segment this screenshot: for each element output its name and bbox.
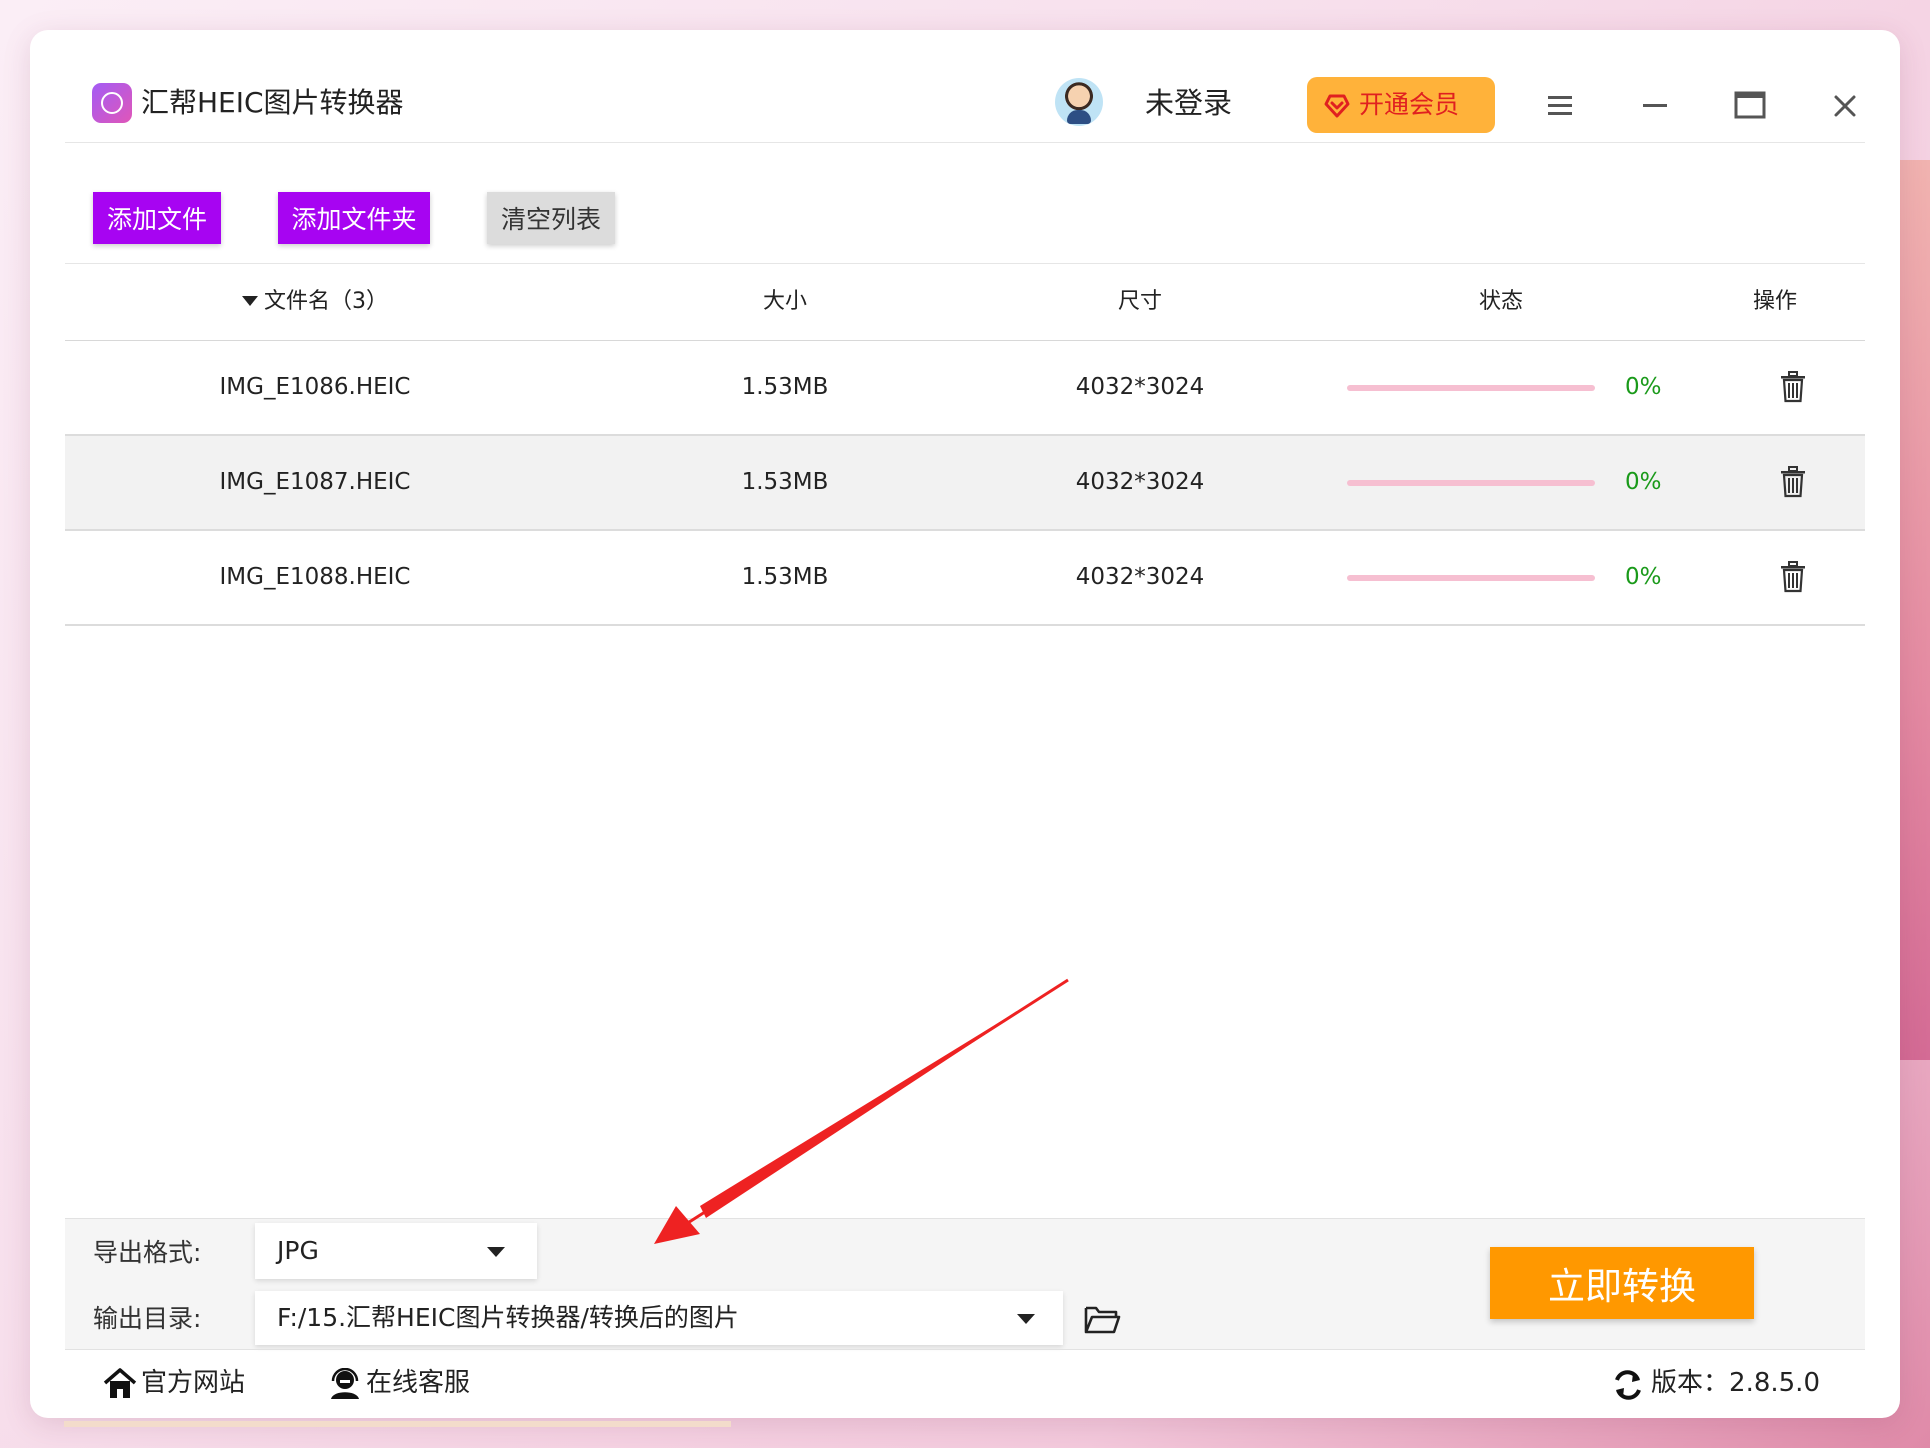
folder-open-icon[interactable]: [1083, 1302, 1121, 1336]
heic-app-logo-icon: [92, 83, 132, 123]
official-website-label: 官方网站: [141, 1368, 246, 1398]
table-header: 文件名（3） 大小 尺寸 状态 操作: [65, 264, 1865, 341]
file-size: 1.53MB: [741, 374, 829, 400]
maximize-icon[interactable]: [1730, 86, 1770, 126]
trash-icon[interactable]: [1778, 371, 1808, 403]
chevron-down-icon: [1017, 1314, 1035, 1324]
close-icon[interactable]: [1825, 86, 1865, 126]
column-header-dimensions: 尺寸: [1117, 289, 1162, 314]
column-header-status: 状态: [1478, 289, 1523, 314]
table-row[interactable]: IMG_E1087.HEIC 1.53MB 4032*3024 0%: [65, 436, 1865, 531]
file-name: IMG_E1086.HEIC: [219, 374, 411, 400]
toolbar: 添加文件 添加文件夹 清空列表: [65, 142, 1865, 264]
progress-bar: [1347, 480, 1595, 486]
title-bar: 汇帮HEIC图片转换器 未登录 开通会员: [65, 30, 1865, 143]
table-row[interactable]: IMG_E1086.HEIC 1.53MB 4032*3024 0%: [65, 341, 1865, 436]
column-header-action: 操作: [1752, 289, 1797, 314]
file-size: 1.53MB: [741, 564, 829, 590]
progress-percent: 0%: [1625, 374, 1662, 400]
file-dimensions: 4032*3024: [1075, 469, 1205, 495]
hamburger-menu-icon[interactable]: [1540, 86, 1580, 126]
vip-button[interactable]: 开通会员: [1307, 77, 1495, 133]
version-label: 版本：2.8.5.0: [1651, 1368, 1820, 1398]
sort-caret-icon[interactable]: [242, 296, 258, 306]
refresh-icon: [1615, 1370, 1641, 1400]
output-dir-value: F:/15.汇帮HEIC图片转换器/转换后的图片: [277, 1303, 739, 1332]
minimize-icon[interactable]: [1635, 86, 1675, 126]
decorative-strip: [64, 1421, 731, 1427]
table-row[interactable]: IMG_E1088.HEIC 1.53MB 4032*3024 0%: [65, 531, 1865, 626]
version-info[interactable]: 版本：2.8.5.0: [1615, 1358, 1820, 1408]
progress-percent: 0%: [1625, 469, 1662, 495]
vip-button-label: 开通会员: [1359, 91, 1460, 119]
add-file-button[interactable]: 添加文件: [93, 192, 221, 244]
output-dir-label: 输出目录:: [93, 1304, 202, 1333]
trash-icon[interactable]: [1778, 466, 1808, 498]
column-header-size: 大小: [762, 289, 807, 314]
online-support-label: 在线客服: [366, 1368, 471, 1398]
output-settings-panel: 导出格式: JPG 输出目录: F:/15.汇帮HEIC图片转换器/转换后的图片…: [65, 1218, 1865, 1349]
progress-bar: [1347, 385, 1595, 391]
file-dimensions: 4032*3024: [1075, 374, 1205, 400]
add-folder-button[interactable]: 添加文件夹: [278, 192, 430, 244]
export-format-value: JPG: [277, 1236, 319, 1265]
home-icon: [103, 1368, 137, 1398]
clear-list-button[interactable]: 清空列表: [487, 192, 615, 244]
official-website-link[interactable]: 官方网站: [103, 1358, 253, 1408]
export-format-label: 导出格式:: [93, 1238, 202, 1267]
footer: 官方网站 在线客服 版本：2.8.5.0: [65, 1349, 1865, 1419]
login-status[interactable]: 未登录: [1145, 80, 1232, 126]
app-title: 汇帮HEIC图片转换器: [141, 86, 404, 119]
trash-icon[interactable]: [1778, 561, 1808, 593]
file-name: IMG_E1087.HEIC: [219, 469, 411, 495]
diamond-heart-icon: [1324, 94, 1350, 118]
user-avatar-icon[interactable]: [1055, 78, 1103, 126]
file-name: IMG_E1088.HEIC: [219, 564, 411, 590]
convert-now-button[interactable]: 立即转换: [1490, 1247, 1754, 1319]
progress-percent: 0%: [1625, 564, 1662, 590]
file-dimensions: 4032*3024: [1075, 564, 1205, 590]
column-header-filename[interactable]: 文件名（3）: [215, 264, 415, 340]
online-support-link[interactable]: 在线客服: [328, 1358, 488, 1408]
output-dir-select[interactable]: F:/15.汇帮HEIC图片转换器/转换后的图片: [255, 1291, 1063, 1345]
progress-bar: [1347, 575, 1595, 581]
export-format-select[interactable]: JPG: [255, 1223, 537, 1279]
headset-icon: [331, 1368, 359, 1399]
file-list: IMG_E1086.HEIC 1.53MB 4032*3024 0% IMG_E…: [65, 341, 1865, 626]
file-size: 1.53MB: [741, 469, 829, 495]
chevron-down-icon: [487, 1247, 505, 1257]
app-window: 汇帮HEIC图片转换器 未登录 开通会员 添加文件 添加文件夹 清空列表 文件名…: [30, 30, 1900, 1418]
